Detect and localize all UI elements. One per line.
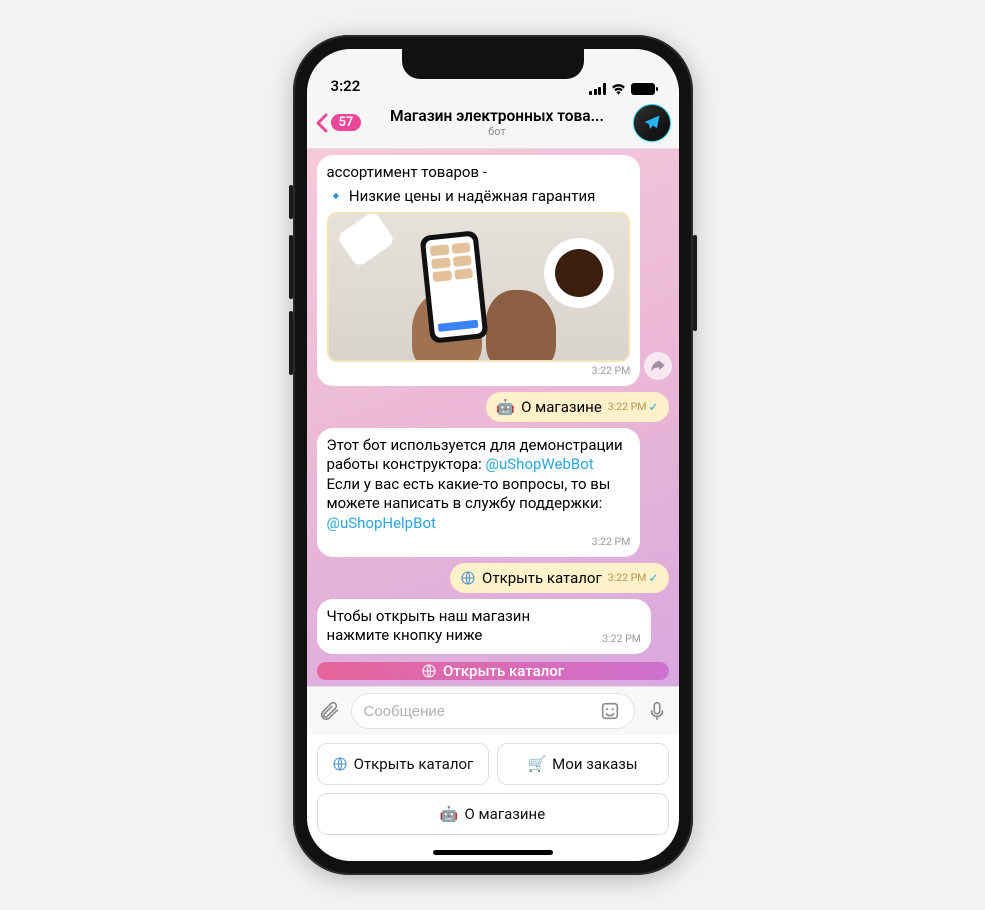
stickers-button[interactable]: [598, 699, 622, 723]
msg-text: Чтобы открыть наш магазин нажмите кнопку…: [327, 607, 593, 646]
message-incoming[interactable]: ассортимент товаров - 🔹 Низкие цены и на…: [317, 155, 641, 386]
status-time: 3:22: [331, 77, 361, 95]
message-input-wrapper: [351, 693, 635, 729]
kb-button-label: О магазине: [465, 805, 546, 823]
chat-body[interactable]: ассортимент товаров - 🔹 Низкие цены и на…: [307, 149, 679, 686]
message-time: 3:22 PM: [592, 535, 631, 549]
wifi-icon: [610, 82, 627, 95]
kb-button-label: Мои заказы: [552, 755, 637, 773]
telegram-icon: [642, 113, 662, 133]
inline-open-catalog-button[interactable]: Открыть каталог: [317, 662, 669, 680]
chat-title: Магазин электронных това...: [369, 107, 624, 125]
battery-icon: [631, 83, 655, 95]
message-outgoing[interactable]: 🤖 О магазине 3:22 PM✓: [486, 392, 668, 422]
chat-subtitle: бот: [369, 125, 624, 138]
globe-icon: [332, 756, 348, 772]
message-image[interactable]: [327, 212, 631, 362]
mention-link[interactable]: @uShopWebBot: [486, 455, 594, 473]
status-icons: [589, 82, 655, 95]
message-input[interactable]: [364, 703, 590, 720]
attach-button[interactable]: [317, 699, 341, 723]
kb-my-orders-button[interactable]: 🛒 Мои заказы: [497, 743, 669, 785]
msg-text-2: 🔹 Низкие цены и надёжная гарантия: [327, 187, 596, 207]
globe-icon: [421, 663, 437, 679]
input-bar: [307, 686, 679, 735]
sticker-icon: [599, 700, 621, 722]
sent-check-icon: ✓: [648, 401, 658, 413]
msg-text: О магазине: [521, 398, 602, 416]
robot-icon: 🤖: [496, 398, 515, 416]
message-incoming[interactable]: Этот бот используется для демонстрации р…: [317, 428, 641, 557]
msg-text-b: Если у вас есть какие-то вопросы, то вы …: [327, 475, 611, 513]
message-incoming[interactable]: Чтобы открыть наш магазин нажмите кнопку…: [317, 599, 651, 654]
reply-keyboard: Открыть каталог 🛒 Мои заказы 🤖 О магазин…: [307, 735, 679, 861]
microphone-icon: [646, 700, 668, 722]
message-time: 3:22 PM: [608, 400, 647, 413]
chat-title-block[interactable]: Магазин электронных това... бот: [365, 107, 628, 138]
voice-button[interactable]: [645, 699, 669, 723]
globe-icon: [460, 570, 476, 586]
message-time: 3:22 PM: [592, 364, 631, 378]
home-indicator[interactable]: [433, 850, 553, 855]
kb-open-catalog-button[interactable]: Открыть каталог: [317, 743, 489, 785]
paperclip-icon: [318, 700, 340, 722]
msg-text: Открыть каталог: [482, 569, 602, 587]
share-button[interactable]: [644, 352, 672, 380]
chat-header: 57 Магазин электронных това... бот: [307, 97, 679, 149]
screen: 3:22 57 Магазин электронных това... бот: [307, 49, 679, 861]
msg-text: ассортимент товаров -: [327, 163, 487, 183]
message-outgoing[interactable]: Открыть каталог 3:22 PM✓: [450, 563, 668, 593]
phone-frame: 3:22 57 Магазин электронных това... бот: [293, 35, 693, 875]
kb-about-button[interactable]: 🤖 О магазине: [317, 793, 669, 835]
cart-icon: 🛒: [527, 755, 546, 773]
unread-badge: 57: [331, 114, 362, 131]
share-icon: [650, 358, 666, 374]
robot-icon: 🤖: [440, 805, 459, 823]
inline-button-label: Открыть каталог: [443, 662, 564, 680]
signal-icon: [589, 83, 606, 95]
kb-button-label: Открыть каталог: [354, 755, 474, 773]
chat-avatar[interactable]: [633, 104, 671, 142]
sent-check-icon: ✓: [648, 572, 658, 584]
back-button[interactable]: 57: [315, 113, 362, 133]
message-time: 3:22 PM: [602, 632, 641, 646]
message-time: 3:22 PM: [608, 571, 647, 584]
mention-link[interactable]: @uShopHelpBot: [327, 514, 436, 532]
